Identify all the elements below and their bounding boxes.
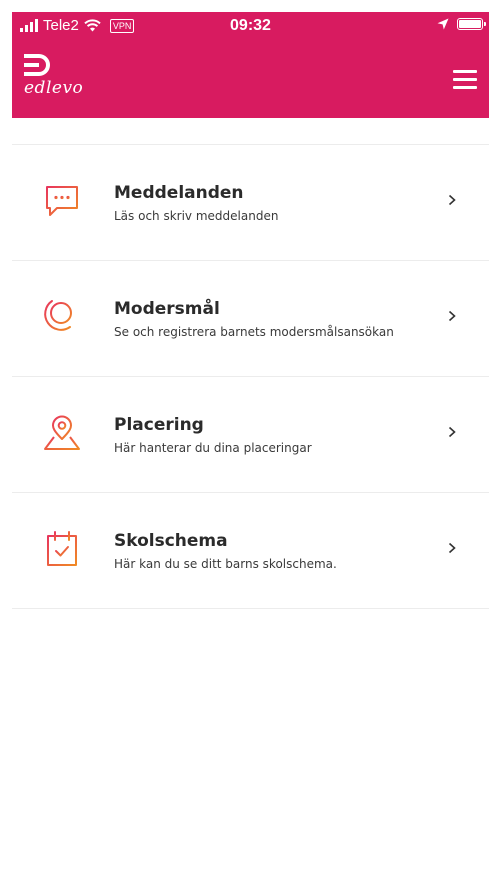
battery-icon bbox=[457, 18, 486, 30]
menu-item-title: Meddelanden bbox=[114, 183, 244, 203]
chevron-right-icon bbox=[448, 194, 456, 206]
globe-icon bbox=[44, 300, 72, 335]
menu-item-subtitle: Se och registrera barnets modersmålsansö… bbox=[114, 325, 394, 339]
map-pin-icon bbox=[44, 415, 80, 450]
menu-item-title: Skolschema bbox=[114, 531, 228, 551]
app-header: Tele2 VPN 09:32 edlevo bbox=[12, 12, 489, 118]
chevron-right-icon bbox=[448, 426, 456, 438]
menu-item-placering[interactable]: Placering Här hanterar du dina placering… bbox=[12, 377, 489, 493]
brand-name: edlevo bbox=[24, 78, 84, 98]
menu-item-subtitle: Läs och skriv meddelanden bbox=[114, 209, 279, 223]
status-time: 09:32 bbox=[230, 17, 271, 34]
location-arrow-icon bbox=[437, 18, 449, 30]
menu-item-skolschema[interactable]: Skolschema Här kan du se ditt barns skol… bbox=[12, 493, 489, 609]
menu-item-title: Modersmål bbox=[114, 299, 220, 319]
menu-item-title: Placering bbox=[114, 415, 204, 435]
chevron-right-icon bbox=[448, 542, 456, 554]
edlevo-logo-icon bbox=[24, 54, 50, 76]
status-right bbox=[437, 18, 486, 30]
calendar-check-icon bbox=[47, 531, 77, 566]
menu-list: Meddelanden Läs och skriv meddelanden Mo… bbox=[12, 144, 489, 609]
menu-item-subtitle: Här kan du se ditt barns skolschema. bbox=[114, 557, 337, 571]
chat-bubble-icon bbox=[46, 186, 78, 216]
menu-item-meddelanden[interactable]: Meddelanden Läs och skriv meddelanden bbox=[12, 145, 489, 261]
chevron-right-icon bbox=[448, 310, 456, 322]
status-bar: Tele2 VPN 09:32 bbox=[12, 12, 489, 42]
menu-item-modersmal[interactable]: Modersmål Se och registrera barnets mode… bbox=[12, 261, 489, 377]
hamburger-menu-button[interactable] bbox=[453, 70, 477, 90]
edlevo-logo: edlevo bbox=[24, 54, 83, 98]
menu-item-subtitle: Här hanterar du dina placeringar bbox=[114, 441, 312, 455]
